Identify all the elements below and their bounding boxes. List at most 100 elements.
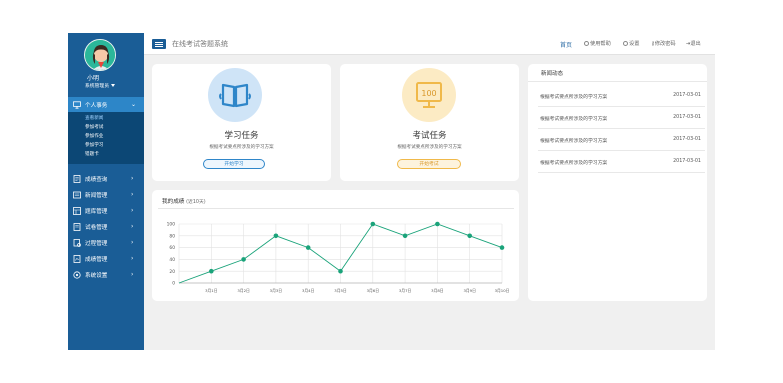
- data-point: [338, 268, 343, 274]
- help-icon: [584, 41, 589, 46]
- study-task-card: 学习任务 根据考试要点所涉及的学习方案 开始学习: [152, 64, 331, 181]
- x-tick-label: 3月10日: [495, 288, 510, 293]
- start-study-button[interactable]: 开始学习: [203, 159, 265, 169]
- submenu-item-view-news[interactable]: 查看新闻: [85, 115, 103, 121]
- exam-task-title: 考试任务: [412, 131, 447, 141]
- change-password-label: 修改密码: [654, 41, 676, 47]
- chevron-right-icon: ›: [131, 175, 134, 182]
- change-password-link[interactable]: ⚷修改密码: [651, 40, 676, 47]
- book-icon: [208, 68, 262, 122]
- score-manage-icon: [73, 254, 81, 263]
- sidebar-item-score-manage[interactable]: 成绩管理 ›: [68, 251, 144, 266]
- submenu-item-do-homework[interactable]: 参加作业: [85, 133, 103, 139]
- sidebar-item-personal-affairs[interactable]: 个人事务 ⌄: [68, 97, 144, 112]
- logout-link[interactable]: ⇥退出: [686, 40, 701, 47]
- exam-icon-text: 100: [421, 89, 436, 98]
- y-tick-label: 40: [169, 257, 175, 263]
- chevron-right-icon: ›: [131, 239, 134, 246]
- x-tick-label: 3月8日: [431, 288, 444, 293]
- sidebar-item-system-settings[interactable]: 系统设置 ›: [68, 267, 144, 282]
- sidebar-item-label: 成绩查询: [85, 176, 108, 183]
- news-item-date: 2017-03-01: [673, 93, 701, 98]
- data-point: [370, 221, 376, 227]
- grade-icon: [73, 174, 81, 183]
- y-tick-label: 80: [169, 233, 175, 239]
- sidebar-item-grade-query[interactable]: 成绩查询 ›: [68, 171, 144, 186]
- monitor-icon: [73, 100, 81, 109]
- paper-icon: [73, 222, 81, 231]
- sidebar-item-question-bank[interactable]: 题库管理 ›: [68, 203, 144, 218]
- data-point: [467, 233, 473, 239]
- exam-task-card: 100 考试任务 根据考试要点所涉及的学习方案 开始考试: [340, 64, 519, 181]
- avatar-illustration: [85, 40, 115, 70]
- chevron-right-icon: ›: [131, 271, 134, 278]
- x-tick-label: 3月2日: [237, 288, 250, 293]
- news-item-title: 根据考试要点所涉及的学习方案: [540, 139, 608, 144]
- y-tick-label: 60: [169, 245, 175, 251]
- submenu-item-wrong-questions[interactable]: 错题卡: [85, 151, 99, 157]
- news-item-title: 根据考试要点所涉及的学习方案: [540, 117, 608, 122]
- start-exam-button[interactable]: 开始考试: [397, 159, 461, 169]
- sidebar-item-label: 成绩管理: [85, 256, 108, 263]
- gear-icon: [623, 41, 628, 46]
- site-title: 在线考试答题系统: [172, 40, 228, 48]
- sidebar-submenu: 查看新闻 参加考试 参加作业 参加学习 错题卡: [68, 112, 144, 164]
- x-tick-label: 3月6日: [367, 288, 380, 293]
- data-point: [499, 245, 505, 250]
- chevron-right-icon: ›: [131, 207, 134, 214]
- news-item-title: 根据考试要点所涉及的学习方案: [540, 161, 608, 166]
- exam-monitor-icon: 100: [402, 68, 456, 122]
- sidebar-item-paper-manage[interactable]: 试卷管理 ›: [68, 219, 144, 234]
- user-name: 小明: [87, 75, 100, 82]
- menu-toggle-icon[interactable]: [152, 39, 166, 49]
- score-chart-card: 我的成绩 (近10天) 0 20 40 60 80 100 3月1日 3月2日 3月3日 3月4日…: [152, 190, 519, 301]
- home-link[interactable]: 首页: [560, 40, 572, 49]
- app-window: 小明 系统管理员 个人事务 ⌄ 查看新闻 参加考试 参加作业 参加学习 错题卡 …: [68, 33, 715, 350]
- news-list-item[interactable]: 根据考试要点所涉及的学习方案 2017-03-01: [538, 85, 705, 107]
- news-list-item[interactable]: 根据考试要点所涉及的学习方案 2017-03-01: [538, 151, 705, 173]
- sidebar-item-news-manage[interactable]: 新闻管理 ›: [68, 187, 144, 202]
- help-label: 使用帮助: [590, 41, 611, 47]
- news-icon: [73, 191, 81, 199]
- sidebar: 小明 系统管理员 个人事务 ⌄ 查看新闻 参加考试 参加作业 参加学习 错题卡 …: [68, 33, 144, 350]
- sidebar-item-label: 系统设置: [85, 272, 108, 279]
- x-tick-label: 3月5日: [334, 288, 347, 293]
- chevron-right-icon: ›: [131, 191, 134, 198]
- data-point: [305, 245, 311, 250]
- submenu-item-take-exam[interactable]: 参加考试: [85, 124, 103, 130]
- user-role-label: 系统管理员: [85, 84, 109, 89]
- sidebar-item-label: 试卷管理: [85, 224, 108, 231]
- settings-link[interactable]: 设置: [623, 40, 639, 47]
- news-list-item[interactable]: 根据考试要点所涉及的学习方案 2017-03-01: [538, 129, 705, 151]
- study-task-title: 学习任务: [224, 131, 259, 141]
- logout-label: 退出: [690, 41, 701, 47]
- help-link[interactable]: 使用帮助: [584, 40, 611, 47]
- sidebar-item-label: 新闻管理: [85, 192, 108, 199]
- user-avatar[interactable]: [84, 39, 116, 71]
- news-panel-title: 新闻动态: [541, 71, 564, 77]
- news-panel: 新闻动态 根据考试要点所涉及的学习方案 2017-03-01 根据考试要点所涉及…: [528, 64, 707, 301]
- chevron-right-icon: ›: [131, 223, 134, 230]
- process-icon: [73, 238, 81, 247]
- news-item-title: 根据考试要点所涉及的学习方案: [540, 95, 608, 100]
- data-point: [402, 233, 408, 239]
- x-tick-label: 3月4日: [302, 288, 315, 293]
- user-role-dropdown[interactable]: 系统管理员: [85, 82, 115, 89]
- sidebar-item-label: 过程管理: [85, 240, 108, 247]
- submenu-item-study[interactable]: 参加学习: [85, 142, 103, 148]
- caret-down-icon: [111, 84, 115, 87]
- score-line-chart: 0 20 40 60 80 100 3月1日 3月2日 3月3日 3月4日 3月5日 3月6日 3月7日…: [167, 221, 510, 293]
- y-tick-label: 0: [172, 281, 175, 287]
- y-tick-label: 20: [169, 269, 175, 275]
- sidebar-item-label: 个人事务: [85, 102, 108, 109]
- news-list-item[interactable]: 根据考试要点所涉及的学习方案 2017-03-01: [538, 107, 705, 129]
- top-bar: 在线考试答题系统 首页 使用帮助 设置 ⚷修改密码 ⇥退出: [144, 33, 715, 55]
- data-point: [435, 221, 440, 227]
- settings-icon: [73, 270, 81, 279]
- x-tick-label: 3月7日: [399, 288, 412, 293]
- question-bank-icon: [73, 206, 81, 215]
- data-point: [241, 257, 246, 262]
- sidebar-item-process-manage[interactable]: 过程管理 ›: [68, 235, 144, 250]
- settings-label: 设置: [629, 41, 640, 47]
- chevron-right-icon: ›: [131, 255, 134, 262]
